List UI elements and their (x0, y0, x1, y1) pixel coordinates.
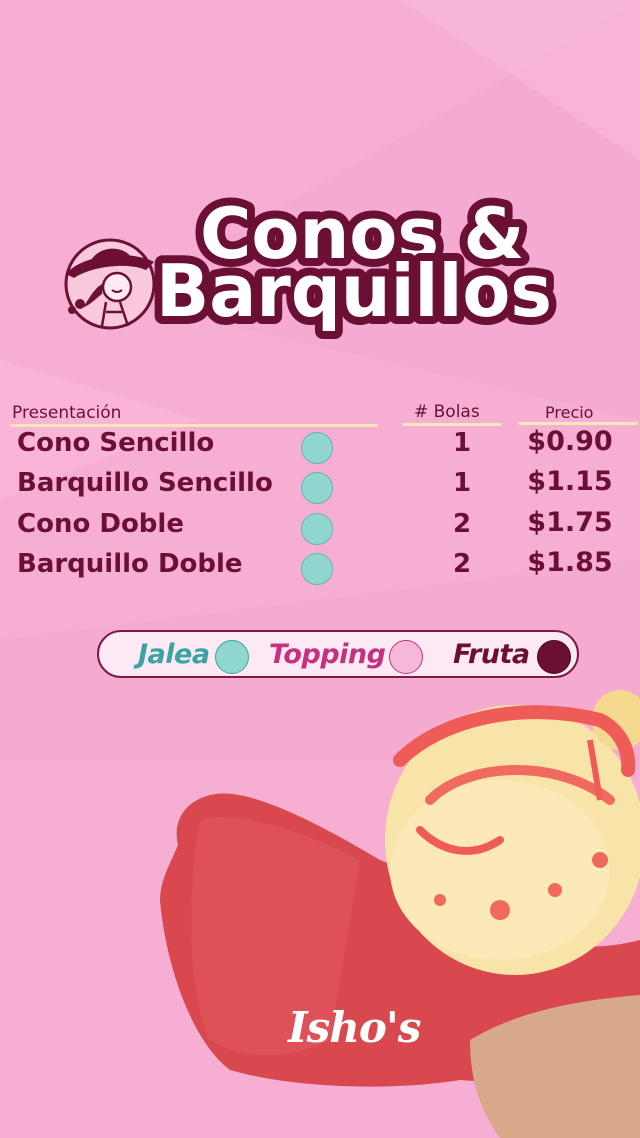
row-name: Barquillo Doble (17, 549, 243, 579)
vendor-teal-icon (301, 432, 333, 464)
row-count: 2 (452, 509, 472, 539)
row-count: 1 (452, 428, 472, 458)
row-name: Barquillo Sencillo (17, 468, 273, 498)
row-price: $1.75 (527, 507, 613, 538)
extra-fruta-label: Fruta (453, 639, 530, 670)
table-row: Cono Sencillo 1 $0.90 (0, 426, 640, 468)
header-divider (402, 423, 502, 426)
row-count: 2 (452, 549, 472, 579)
row-name: Cono Sencillo (17, 428, 215, 458)
row-price: $0.90 (527, 426, 613, 457)
title-line-2-fill: Barquillos (156, 249, 552, 333)
fruit-bowl-icon (537, 640, 571, 674)
row-name: Cono Doble (17, 509, 184, 539)
extras-bar: Jalea Topping Fruta (97, 630, 579, 678)
header-divider (518, 422, 638, 425)
extra-jalea-label: Jalea (138, 639, 210, 670)
table-row: Cono Doble 2 $1.75 (0, 507, 640, 549)
vendor-teal-icon (301, 553, 333, 585)
row-count: 1 (452, 468, 472, 498)
logo-woman-hat-icon (64, 238, 156, 330)
header-price: Precio (545, 403, 594, 422)
ice-cream-photo (160, 690, 640, 1138)
header-divider (10, 424, 378, 427)
vendor-teal-icon (301, 472, 333, 504)
table-row: Barquillo Sencillo 1 $1.15 (0, 466, 640, 508)
page-title: Conos & Conos & Barquillos Barquillos (148, 185, 560, 341)
vendor-teal-icon (301, 513, 333, 545)
woman-hat-pink-icon (389, 640, 423, 674)
header-presentation: Presentación (12, 403, 122, 423)
vendor-teal-icon (215, 640, 249, 674)
table-row: Barquillo Doble 2 $1.85 (0, 547, 640, 589)
row-price: $1.85 (527, 547, 613, 578)
row-price: $1.15 (527, 466, 613, 497)
brand-logo: Isho's (288, 1003, 421, 1052)
header-count: # Bolas (414, 402, 480, 422)
extra-topping-label: Topping (269, 639, 386, 670)
